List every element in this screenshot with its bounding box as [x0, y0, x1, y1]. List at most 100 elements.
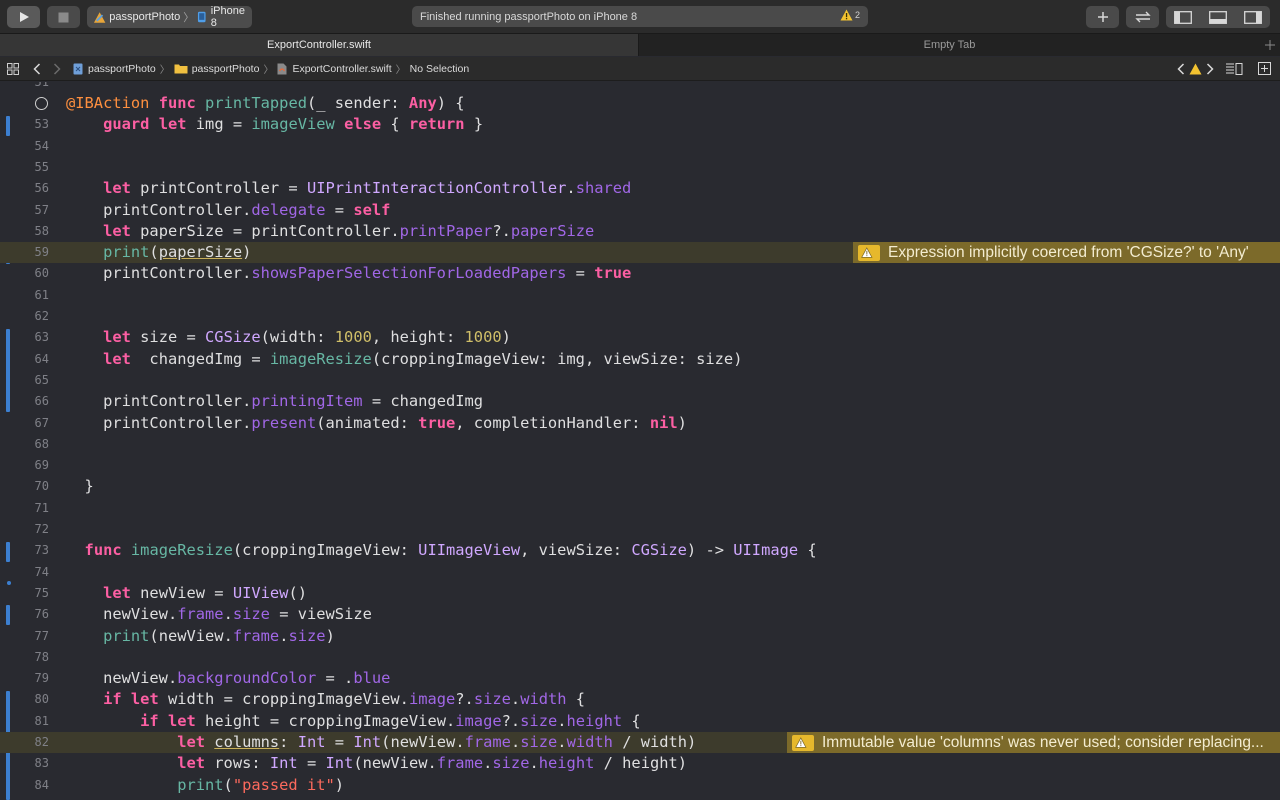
swap-arrows-icon [1134, 11, 1151, 23]
code-line: @IBAction func printTapped(_ sender: Any… [0, 93, 1280, 114]
code-line: 60 printController.showsPaperSelectionFo… [0, 263, 1280, 284]
breadcrumb-group-label: passportPhoto [191, 62, 260, 75]
inspector-toggle-icon[interactable] [1243, 10, 1262, 24]
warning-icon [840, 9, 853, 21]
code-line: 58 let paperSize = printController.print… [0, 221, 1280, 242]
code-text: func imageResize(croppingImageView: UIIm… [84, 541, 817, 560]
code-text: if let width = croppingImageView.image?.… [103, 690, 586, 709]
code-line: 71 [0, 498, 1280, 519]
line-number: 80 [34, 692, 49, 707]
warning-icon [858, 244, 880, 261]
warning-count: 2 [854, 10, 860, 20]
related-items-icon[interactable] [7, 62, 19, 75]
breadcrumb-file[interactable]: ExportController.swift [277, 63, 392, 75]
line-number: 78 [34, 649, 49, 664]
breadcrumb-group[interactable]: passportPhoto [174, 62, 260, 75]
code-line: 62 [0, 306, 1280, 327]
code-line: 63 let size = CGSize(width: 1000, height… [0, 327, 1280, 348]
scheme-selector[interactable]: passportPhoto 〉 iPhone 8 [87, 5, 252, 29]
line-number: 53 [34, 117, 49, 132]
line-number: 60 [34, 266, 49, 281]
code-line: 56 let printController = UIPrintInteract… [0, 178, 1280, 199]
line-number: 79 [34, 671, 49, 686]
line-number: 67 [34, 415, 49, 430]
code-text: printController.showsPaperSelectionForLo… [103, 264, 632, 283]
tab-empty[interactable]: Empty Tab [639, 34, 1260, 56]
code-text: guard let img = imageView else { return … [103, 115, 484, 134]
code-text: printController.present(animated: true, … [103, 413, 687, 432]
next-issue-icon[interactable] [1206, 63, 1214, 75]
line-number: 51 [34, 82, 49, 89]
line-number: 73 [34, 543, 49, 558]
forward-chevron-icon[interactable] [53, 62, 61, 75]
code-line: 54 [0, 136, 1280, 157]
code-line: 57 printController.delegate = self [0, 200, 1280, 221]
editor-options-icon[interactable] [1225, 63, 1243, 75]
line-number: 72 [34, 522, 49, 536]
breadcrumb-project[interactable]: passportPhoto [73, 63, 156, 75]
line-number: 75 [34, 585, 49, 600]
jump-bar: passportPhoto 〉 passportPhoto 〉 ExportCo… [0, 57, 1280, 81]
code-text: @IBAction func printTapped(_ sender: Any… [66, 94, 465, 112]
code-text: printController.delegate = self [103, 200, 391, 219]
previous-issue-icon[interactable] [1177, 63, 1185, 75]
tab-exportcontroller[interactable]: ExportController.swift [0, 34, 639, 56]
back-chevron-icon[interactable] [33, 62, 41, 75]
code-line: 75 let newView = UIView() [0, 583, 1280, 604]
breadcrumb-selection[interactable]: No Selection [410, 63, 470, 75]
code-line: 77 print(newView.frame.size) [0, 626, 1280, 647]
code-line-with-warning: 82 let columns: Int = Int(newView.frame.… [0, 732, 1280, 754]
destination-name: iPhone 8 [210, 5, 245, 29]
line-number: 56 [34, 181, 49, 196]
line-number: 76 [34, 607, 49, 622]
warning-icon [792, 734, 814, 751]
navigator-toggle-icon[interactable] [1174, 10, 1193, 24]
breadcrumb-project-label: passportPhoto [88, 62, 156, 75]
code-line: 67 printController.present(animated: tru… [0, 413, 1280, 434]
code-line: 83 let rows: Int = Int(newView.frame.siz… [0, 753, 1280, 774]
line-number: 83 [34, 756, 49, 771]
warning-annotation[interactable]: Expression implicitly coerced from 'CGSi… [853, 242, 1280, 264]
warning-annotation[interactable]: Immutable value 'columns' was never used… [787, 732, 1280, 754]
code-line: 53 guard let img = imageView else { retu… [0, 114, 1280, 135]
code-text: newView.frame.size = viewSize [103, 605, 372, 624]
device-icon [198, 11, 206, 23]
tab-label: Empty Tab [923, 39, 976, 51]
line-number: 74 [34, 564, 49, 579]
source-editor[interactable]: 51 @IBAction func printTapped(_ sender: … [0, 82, 1280, 800]
line-number: 57 [34, 202, 49, 217]
warning-message: Immutable value 'columns' was never used… [822, 733, 1264, 751]
code-review-button[interactable] [1126, 6, 1159, 28]
debug-area-toggle-icon[interactable] [1209, 10, 1227, 24]
code-text: print("passed it") [177, 775, 345, 794]
warning-count-badge[interactable]: 2 [840, 9, 860, 21]
code-text: if let height = croppingImageView.image?… [140, 711, 641, 730]
add-editor-icon[interactable] [1258, 62, 1271, 75]
panel-toggle-group [1166, 6, 1270, 28]
line-number: 68 [34, 436, 49, 451]
library-button[interactable] [1086, 6, 1119, 28]
code-line: 55 [0, 157, 1280, 178]
project-file-icon [73, 63, 83, 74]
code-text: let newView = UIView() [103, 583, 307, 602]
code-text: let size = CGSize(width: 1000, height: 1… [103, 328, 511, 347]
plus-icon [1097, 12, 1108, 22]
run-button[interactable] [7, 6, 40, 28]
code-line: 73 func imageResize(croppingImageView: U… [0, 540, 1280, 561]
line-number: 84 [34, 777, 49, 792]
code-text: let columns: Int = Int(newView.frame.siz… [177, 733, 697, 751]
code-line: 80 if let width = croppingImageView.imag… [0, 689, 1280, 710]
stop-button[interactable] [47, 6, 80, 28]
code-text: } [84, 477, 94, 496]
issue-warning-icon[interactable] [1189, 63, 1202, 75]
toolbar: passportPhoto 〉 iPhone 8 Finished runnin… [0, 0, 1280, 34]
line-number: 61 [34, 287, 49, 302]
code-text: let changedImg = imageResize(croppingIma… [103, 349, 743, 368]
swift-file-icon [277, 63, 287, 74]
code-line: 51 [0, 82, 1280, 93]
line-number: 62 [34, 309, 49, 323]
code-line: 74 [0, 562, 1280, 583]
ibaction-connection-circle-icon[interactable] [35, 97, 48, 110]
new-tab-button[interactable] [1260, 34, 1280, 56]
line-number: 66 [34, 394, 49, 409]
